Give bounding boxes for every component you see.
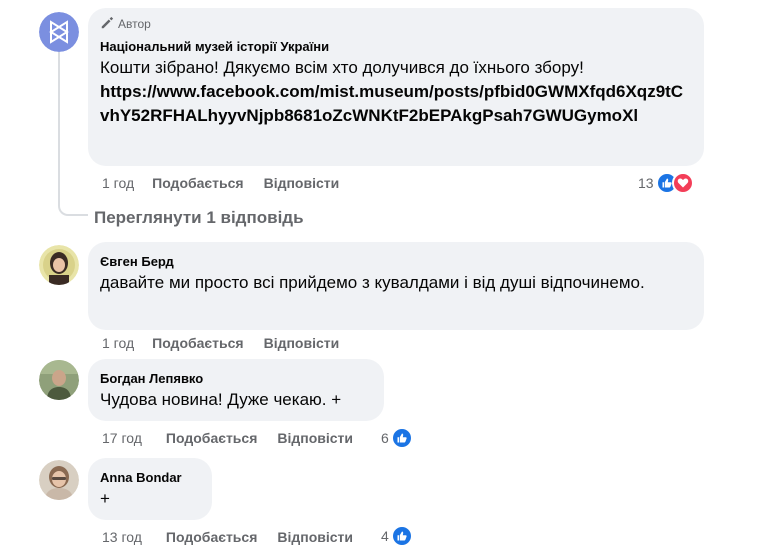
museum-avatar[interactable]	[39, 12, 79, 52]
author-badge-label: Автор	[118, 17, 151, 31]
comment-time[interactable]: 13 год	[102, 529, 142, 545]
comment-actions: 1 год Подобається Відповісти	[102, 174, 359, 192]
comment-author[interactable]: Євген Берд	[100, 253, 692, 271]
reaction-count: 4	[381, 528, 389, 544]
comment-time[interactable]: 1 год	[102, 335, 134, 351]
comment-text: давайте ми просто всі прийдемо з кувалда…	[100, 273, 645, 292]
user-avatar[interactable]	[39, 245, 79, 285]
thread-curve	[58, 196, 88, 216]
reaction-count: 13	[638, 175, 654, 191]
like-button[interactable]: Подобається	[166, 430, 257, 446]
pencil-icon	[100, 16, 114, 33]
comment-author[interactable]: Національний музей історії України	[100, 38, 692, 56]
reply-button[interactable]: Відповісти	[264, 175, 340, 191]
comment-time[interactable]: 17 год	[102, 430, 142, 446]
comment-bubble-berd: Євген Берд давайте ми просто всі прийдем…	[88, 242, 704, 330]
thumbs-up-icon	[390, 427, 413, 449]
reaction-count: 6	[381, 430, 389, 446]
reply-button[interactable]: Відповісти	[277, 529, 353, 545]
view-replies-link[interactable]: Переглянути 1 відповідь	[94, 208, 304, 228]
reply-button[interactable]: Відповісти	[264, 335, 340, 351]
heart-icon	[671, 172, 694, 194]
comment-bubble-bondar: Anna Bondar +	[88, 458, 212, 520]
comment-text: Чудова новина! Дуже чекаю. +	[100, 390, 342, 409]
thumbs-up-icon	[390, 525, 413, 547]
user-avatar[interactable]	[39, 360, 79, 400]
comment-actions: 1 год Подобається Відповісти	[102, 334, 359, 352]
comment-text: Кошти зібрано! Дякуємо всім хто долучивс…	[100, 58, 584, 77]
comment-actions: 13 год Подобається Відповісти	[102, 528, 373, 546]
author-badge: Автор	[100, 16, 692, 32]
thread-line	[58, 52, 60, 202]
comment-actions: 17 год Подобається Відповісти	[102, 429, 373, 447]
comment-text: +	[100, 489, 110, 508]
like-button[interactable]: Подобається	[152, 335, 243, 351]
comment-author[interactable]: Anna Bondar	[100, 469, 200, 487]
comment-link[interactable]: https://www.facebook.com/mist.museum/pos…	[100, 80, 692, 128]
comment-bubble-lepiavko: Богдан Лепявко Чудова новина! Дуже чекаю…	[88, 359, 384, 421]
like-button[interactable]: Подобається	[152, 175, 243, 191]
reactions-summary[interactable]: 6	[381, 426, 413, 450]
like-button[interactable]: Подобається	[166, 529, 257, 545]
comment-bubble-museum: Автор Національний музей історії України…	[88, 8, 704, 166]
reply-button[interactable]: Відповісти	[277, 430, 353, 446]
reactions-summary[interactable]: 13	[638, 171, 694, 195]
comment-author[interactable]: Богдан Лепявко	[100, 370, 372, 388]
user-avatar[interactable]	[39, 460, 79, 500]
reactions-summary[interactable]: 4	[381, 524, 413, 548]
comment-time[interactable]: 1 год	[102, 175, 134, 191]
